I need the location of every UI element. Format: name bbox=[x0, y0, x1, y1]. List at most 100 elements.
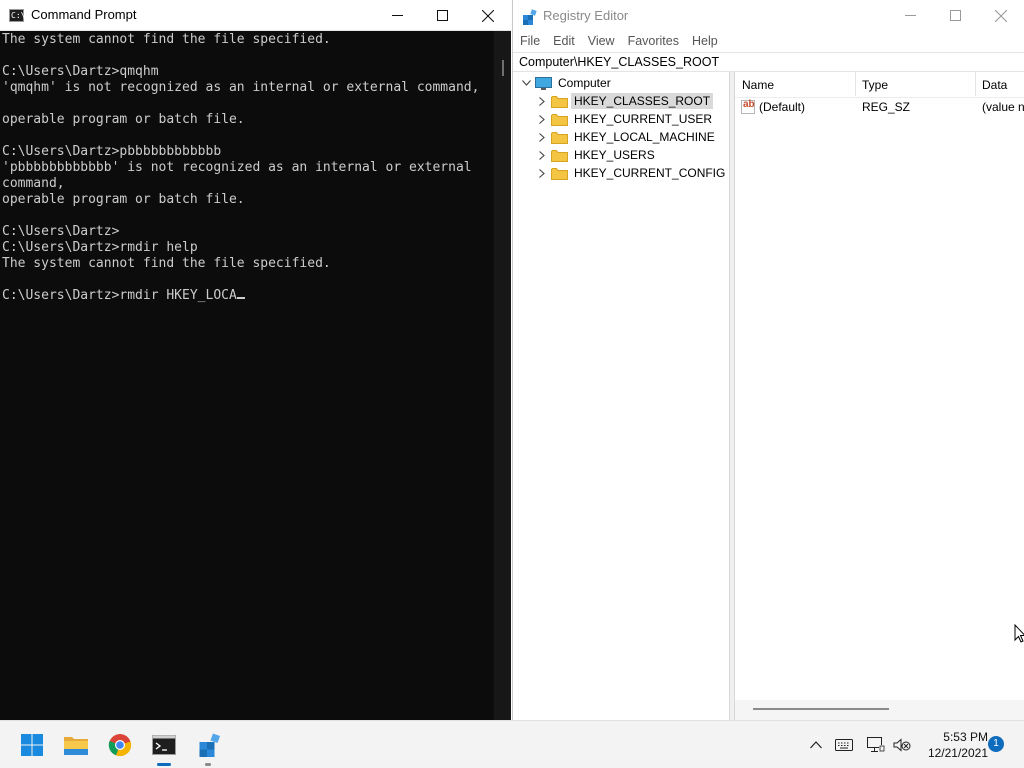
folder-icon bbox=[551, 113, 568, 126]
tree-item-hkey-users[interactable]: HKEY_USERS bbox=[535, 146, 658, 164]
taskbar-command-prompt[interactable] bbox=[150, 731, 178, 759]
folder-icon bbox=[551, 131, 568, 144]
tree-label: HKEY_LOCAL_MACHINE bbox=[574, 130, 715, 144]
chevron-right-icon[interactable] bbox=[535, 128, 549, 146]
active-app-indicator bbox=[157, 763, 171, 766]
regedit-window-title: Registry Editor bbox=[543, 8, 629, 23]
minimize-button[interactable] bbox=[887, 0, 933, 31]
maximize-icon bbox=[949, 10, 961, 21]
minimize-icon bbox=[904, 15, 916, 16]
console-line: C:\Users\Dartz>pbbbbbbbbbbbb bbox=[2, 144, 222, 159]
tree-item-computer[interactable]: Computer bbox=[519, 74, 614, 92]
console-line: C:\Users\Dartz>rmdir help bbox=[2, 240, 198, 255]
tree-label: HKEY_CURRENT_USER bbox=[574, 112, 713, 126]
value-row[interactable]: ab (Default) REG_SZ (value n bbox=[735, 98, 1024, 116]
tree-item-hkey-current-config[interactable]: HKEY_CURRENT_CONFIG bbox=[535, 164, 728, 182]
close-button[interactable] bbox=[978, 0, 1024, 31]
taskbar: 5:53 PM 12/21/2021 bbox=[0, 720, 1024, 768]
network-tray-button[interactable] bbox=[866, 735, 886, 755]
column-header-name[interactable]: Name bbox=[742, 78, 774, 92]
column-header-data[interactable]: Data bbox=[982, 78, 1007, 92]
cmd-scrollbar[interactable] bbox=[494, 31, 511, 720]
menu-view[interactable]: View bbox=[588, 31, 615, 51]
horizontal-scrollbar[interactable] bbox=[735, 700, 1024, 720]
console-input-line[interactable]: C:\Users\Dartz>rmdir HKEY_LOCA bbox=[2, 288, 494, 304]
volume-tray-button[interactable] bbox=[892, 735, 912, 755]
column-divider[interactable] bbox=[975, 72, 976, 96]
console-line: C:\Users\Dartz>qmqhm bbox=[2, 64, 159, 79]
console-line: C:\Users\Dartz> bbox=[2, 224, 120, 239]
start-icon bbox=[21, 734, 43, 756]
menu-favorites[interactable]: Favorites bbox=[628, 31, 679, 51]
address-bar[interactable]: Computer\HKEY_CLASSES_ROOT bbox=[513, 52, 1024, 72]
taskbar-registry-editor[interactable] bbox=[196, 731, 224, 759]
start-button[interactable] bbox=[18, 731, 46, 759]
keyboard-icon bbox=[835, 739, 853, 751]
value-name: (Default) bbox=[759, 100, 806, 114]
chevron-right-icon[interactable] bbox=[535, 146, 549, 164]
console-line: operable program or batch file. bbox=[2, 192, 245, 207]
maximize-button[interactable] bbox=[419, 0, 465, 31]
minimize-button[interactable] bbox=[374, 0, 420, 31]
tree-label: HKEY_USERS bbox=[574, 148, 655, 162]
notification-badge[interactable]: 1 bbox=[988, 736, 1004, 752]
taskbar-file-explorer[interactable] bbox=[62, 731, 90, 759]
menu-bar: File Edit View Favorites Help bbox=[513, 31, 1024, 51]
console-line: 'qmqhm' is not recognized as an internal… bbox=[2, 80, 480, 95]
taskbar-clock[interactable]: 5:53 PM 12/21/2021 bbox=[918, 729, 988, 761]
taskbar-chrome[interactable] bbox=[106, 731, 134, 759]
folder-icon bbox=[551, 95, 568, 108]
folder-icon bbox=[551, 149, 568, 162]
command-prompt-icon: C:\ bbox=[9, 9, 26, 22]
console-line: command, bbox=[2, 176, 65, 191]
computer-icon bbox=[535, 76, 552, 90]
close-button[interactable] bbox=[465, 0, 511, 31]
menu-edit[interactable]: Edit bbox=[553, 31, 575, 51]
registry-tree[interactable]: Computer HKEY_CLASSES_ROOT HKEY_CURRENT_… bbox=[513, 72, 730, 720]
registry-editor-window[interactable]: Registry Editor File Edit View Favorites… bbox=[512, 0, 1024, 720]
mouse-pointer-icon bbox=[1014, 624, 1024, 643]
clock-date: 12/21/2021 bbox=[927, 746, 988, 760]
console-line: 'pbbbbbbbbbbbb' is not recognized as an … bbox=[2, 160, 472, 175]
column-divider[interactable] bbox=[855, 72, 856, 96]
horizontal-scrollbar-thumb[interactable] bbox=[753, 708, 889, 710]
cmd-title-bar[interactable]: C:\ Command Prompt bbox=[0, 0, 511, 31]
chrome-icon bbox=[108, 734, 132, 757]
console-output[interactable]: The system cannot find the file specifie… bbox=[0, 31, 494, 720]
chevron-right-icon[interactable] bbox=[535, 110, 549, 128]
console-line: The system cannot find the file specifie… bbox=[2, 32, 331, 47]
clock-time: 5:53 PM bbox=[943, 730, 988, 744]
registry-editor-icon bbox=[199, 733, 221, 757]
chevron-down-icon[interactable] bbox=[519, 74, 533, 92]
tree-item-hkey-classes-root[interactable]: HKEY_CLASSES_ROOT bbox=[535, 92, 714, 110]
close-icon bbox=[482, 9, 494, 22]
address-path: Computer\HKEY_CLASSES_ROOT bbox=[519, 55, 720, 69]
tree-item-hkey-local-machine[interactable]: HKEY_LOCAL_MACHINE bbox=[535, 128, 718, 146]
maximize-button[interactable] bbox=[932, 0, 978, 31]
menu-file[interactable]: File bbox=[520, 31, 540, 51]
show-hidden-icons-button[interactable] bbox=[806, 735, 826, 755]
column-header-type[interactable]: Type bbox=[862, 78, 888, 92]
registry-editor-icon bbox=[523, 9, 537, 25]
command-prompt-window[interactable]: C:\ Command Prompt The system cannot fin… bbox=[0, 0, 511, 720]
cmd-window-title: Command Prompt bbox=[31, 7, 137, 22]
minimize-icon bbox=[391, 15, 403, 16]
tree-item-hkey-current-user[interactable]: HKEY_CURRENT_USER bbox=[535, 110, 715, 128]
list-header: Name Type Data bbox=[735, 72, 1024, 98]
console-line: The system cannot find the file specifie… bbox=[2, 256, 331, 271]
chevron-right-icon[interactable] bbox=[535, 92, 549, 110]
regedit-title-bar[interactable]: Registry Editor bbox=[513, 0, 1024, 31]
keyboard-tray-button[interactable] bbox=[834, 735, 854, 755]
menu-help[interactable]: Help bbox=[692, 31, 718, 51]
values-list[interactable]: Name Type Data ab (Default) REG_SZ (valu… bbox=[735, 72, 1024, 720]
tree-label: Computer bbox=[558, 76, 611, 90]
cmd-scrollbar-thumb[interactable] bbox=[502, 60, 504, 76]
volume-muted-icon bbox=[893, 738, 911, 752]
chevron-right-icon[interactable] bbox=[535, 164, 549, 182]
string-value-icon: ab bbox=[741, 99, 755, 114]
